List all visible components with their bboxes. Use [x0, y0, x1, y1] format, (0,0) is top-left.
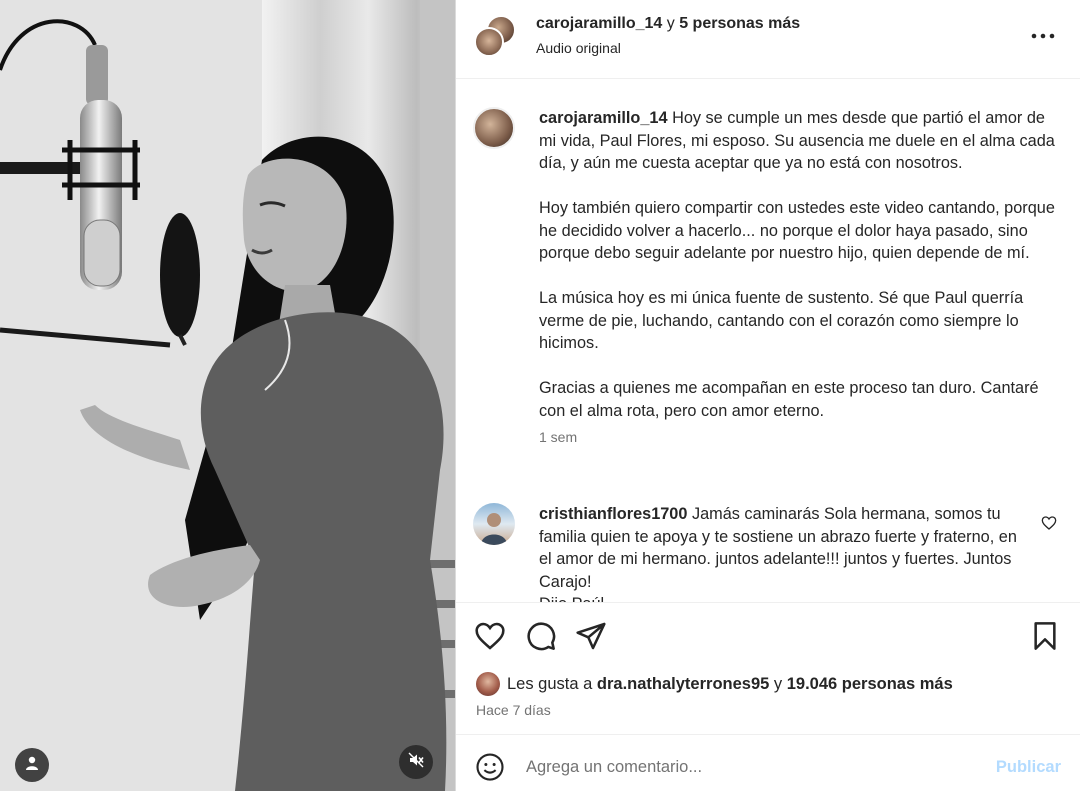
comment-input[interactable] [526, 750, 976, 784]
avatar[interactable] [473, 107, 515, 149]
comment-username[interactable]: cristhianflores1700 [539, 505, 687, 523]
caption-username[interactable]: carojaramillo_14 [539, 109, 668, 127]
likes-prefix: Les gusta a [507, 674, 593, 693]
comment-like-button[interactable] [1041, 515, 1057, 531]
emoji-icon [475, 753, 505, 786]
coauthors-link[interactable]: 5 personas más [679, 15, 800, 32]
post-actions: Les gusta a dra.nathalyterrones95 y 19.0… [456, 602, 1080, 735]
likes-user[interactable]: dra.nathalyterrones95 [597, 675, 769, 694]
caption-paragraph: Hoy también quiero compartir con ustedes… [539, 199, 1055, 262]
heart-icon [1041, 516, 1057, 535]
avatar [474, 27, 504, 57]
caption-paragraph: Gracias a quienes me acompañan en este p… [539, 379, 1039, 420]
comments-list[interactable]: carojaramillo_14 Hoy se cumple un mes de… [456, 80, 1080, 602]
bookmark-icon [1029, 622, 1061, 656]
likes-summary[interactable]: Les gusta a dra.nathalyterrones95 y 19.0… [476, 670, 953, 698]
post-media-video[interactable] [0, 0, 455, 791]
avatar [476, 672, 500, 696]
tagged-users-button[interactable] [15, 748, 49, 782]
post-header: carojaramillo_14 y 5 personas más Audio … [456, 0, 1080, 79]
video-frame [0, 0, 455, 791]
comment-item: cristhianflores1700 Jamás caminarás Sola… [473, 503, 1063, 602]
author-connector: y [666, 15, 675, 32]
more-options-icon [1029, 33, 1057, 52]
comment-text-continued: Dijo Paúl... [539, 593, 1019, 602]
avatar[interactable] [473, 503, 515, 545]
caption-paragraph: carojaramillo_14 Hoy se cumple un mes de… [539, 107, 1061, 175]
audio-link[interactable]: Audio original [536, 40, 621, 56]
publish-button[interactable]: Publicar [996, 758, 1061, 777]
post-authors: carojaramillo_14 y 5 personas más [536, 15, 800, 33]
likes-others[interactable]: 19.046 personas más [787, 675, 953, 694]
post-details-panel: carojaramillo_14 y 5 personas más Audio … [455, 0, 1080, 791]
caption-paragraph: La música hoy es mi única fuente de sust… [539, 289, 1024, 352]
more-options-button[interactable] [1029, 24, 1057, 48]
emoji-button[interactable] [475, 752, 505, 782]
caption: carojaramillo_14 Hoy se cumple un mes de… [473, 107, 1063, 477]
caption-timestamp[interactable]: 1 sem [539, 426, 1061, 449]
comment-button[interactable] [525, 620, 557, 652]
caption-body: carojaramillo_14 Hoy se cumple un mes de… [539, 107, 1061, 449]
comment-composer: Publicar [456, 736, 1080, 791]
heart-icon [474, 622, 506, 656]
share-button[interactable] [575, 620, 607, 652]
post-timestamp[interactable]: Hace 7 días [476, 702, 551, 718]
like-button[interactable] [474, 620, 506, 652]
mute-toggle-button[interactable] [399, 745, 433, 779]
user-tag-icon [24, 755, 40, 776]
share-icon [575, 622, 607, 656]
muted-speaker-icon [408, 752, 424, 773]
comment-icon [525, 622, 557, 656]
likes-connector: y [773, 674, 783, 693]
author-avatars[interactable] [474, 15, 518, 59]
save-button[interactable] [1029, 620, 1061, 652]
comment-body: cristhianflores1700 Jamás caminarás Sola… [539, 503, 1019, 602]
author-username[interactable]: carojaramillo_14 [536, 15, 662, 32]
